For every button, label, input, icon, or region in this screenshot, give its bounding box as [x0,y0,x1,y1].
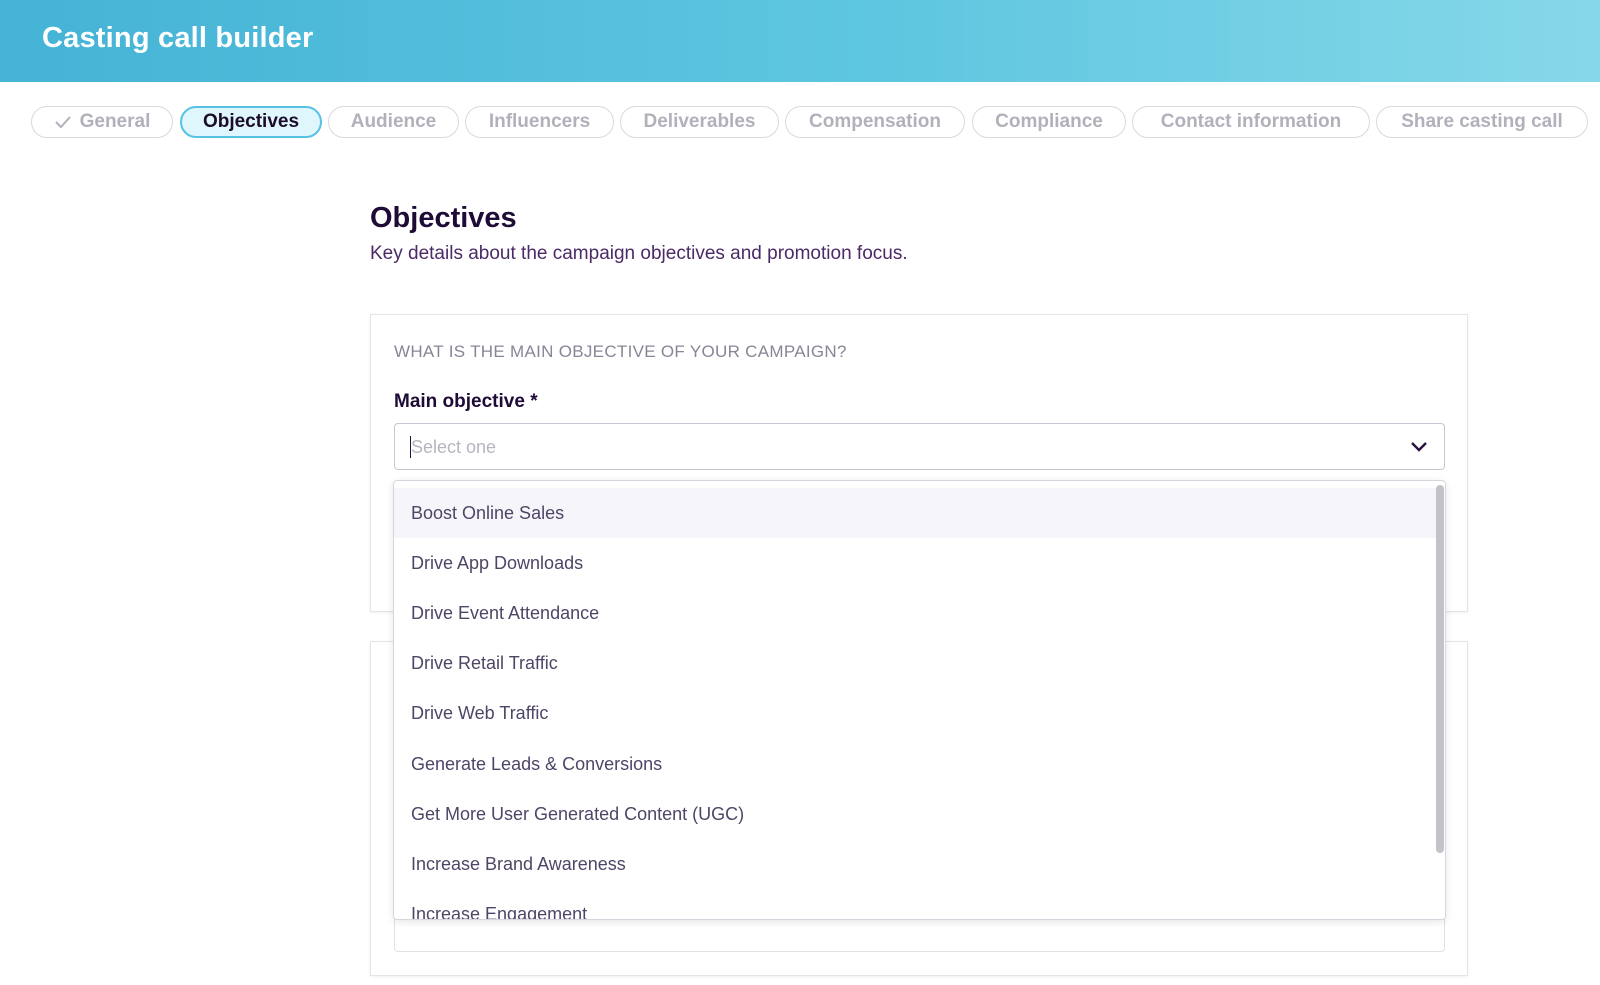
tab-influencers[interactable]: Influencers [465,106,614,138]
tab-compensation[interactable]: Compensation [785,106,965,138]
dropdown-option-ugc[interactable]: Get More User Generated Content (UGC) [394,789,1436,839]
tab-label: Objectives [202,111,300,132]
dropdown-option-increase-brand-awareness[interactable]: Increase Brand Awareness [394,839,1436,889]
tab-label: Compliance [995,111,1103,132]
header-bar: Casting call builder [0,0,1600,82]
dropdown-option-drive-app-downloads[interactable]: Drive App Downloads [394,538,1436,588]
tab-compliance[interactable]: Compliance [972,106,1126,138]
dropdown-option-generate-leads[interactable]: Generate Leads & Conversions [394,739,1436,789]
tab-label: Deliverables [643,111,756,132]
select-placeholder: Select one [411,437,497,457]
objective-dropdown-menu: Boost Online Sales Drive App Downloads D… [393,480,1446,920]
tab-objectives[interactable]: Objectives [180,106,322,138]
tab-label: General [79,111,151,132]
dropdown-option-drive-web-traffic[interactable]: Drive Web Traffic [394,688,1436,738]
page-title: Objectives [370,202,517,234]
tab-label: Audience [350,111,437,132]
tab-audience[interactable]: Audience [328,106,459,138]
main-objective-select[interactable]: Select one [394,423,1445,470]
tab-label: Contact information [1160,111,1342,132]
chevron-down-icon[interactable] [1410,440,1428,458]
tab-share-casting-call[interactable]: Share casting call [1376,106,1588,138]
tab-label: Compensation [809,111,941,132]
tab-contact-information[interactable]: Contact information [1132,106,1370,138]
tab-label: Share casting call [1401,111,1563,132]
checkmark-icon [54,115,72,129]
dropdown-option-drive-retail-traffic[interactable]: Drive Retail Traffic [394,638,1436,688]
dropdown-scrollbar[interactable] [1436,485,1444,853]
dropdown-option-increase-engagement[interactable]: Increase Engagement [394,889,1436,920]
main-objective-label: Main objective * [394,391,538,412]
page-subtitle: Key details about the campaign objective… [370,243,908,264]
dropdown-option-drive-event-attendance[interactable]: Drive Event Attendance [394,588,1436,638]
card-caption: WHAT IS THE MAIN OBJECTIVE OF YOUR CAMPA… [394,342,847,361]
app-title: Casting call builder [42,22,314,54]
tab-label: Influencers [488,111,591,132]
section-header: Objectives [370,202,517,235]
step-navigation: General Objectives Audience Influencers … [0,106,1600,140]
tab-deliverables[interactable]: Deliverables [620,106,779,138]
tab-general[interactable]: General [31,106,173,138]
dropdown-option-boost-online-sales[interactable]: Boost Online Sales [394,488,1436,538]
